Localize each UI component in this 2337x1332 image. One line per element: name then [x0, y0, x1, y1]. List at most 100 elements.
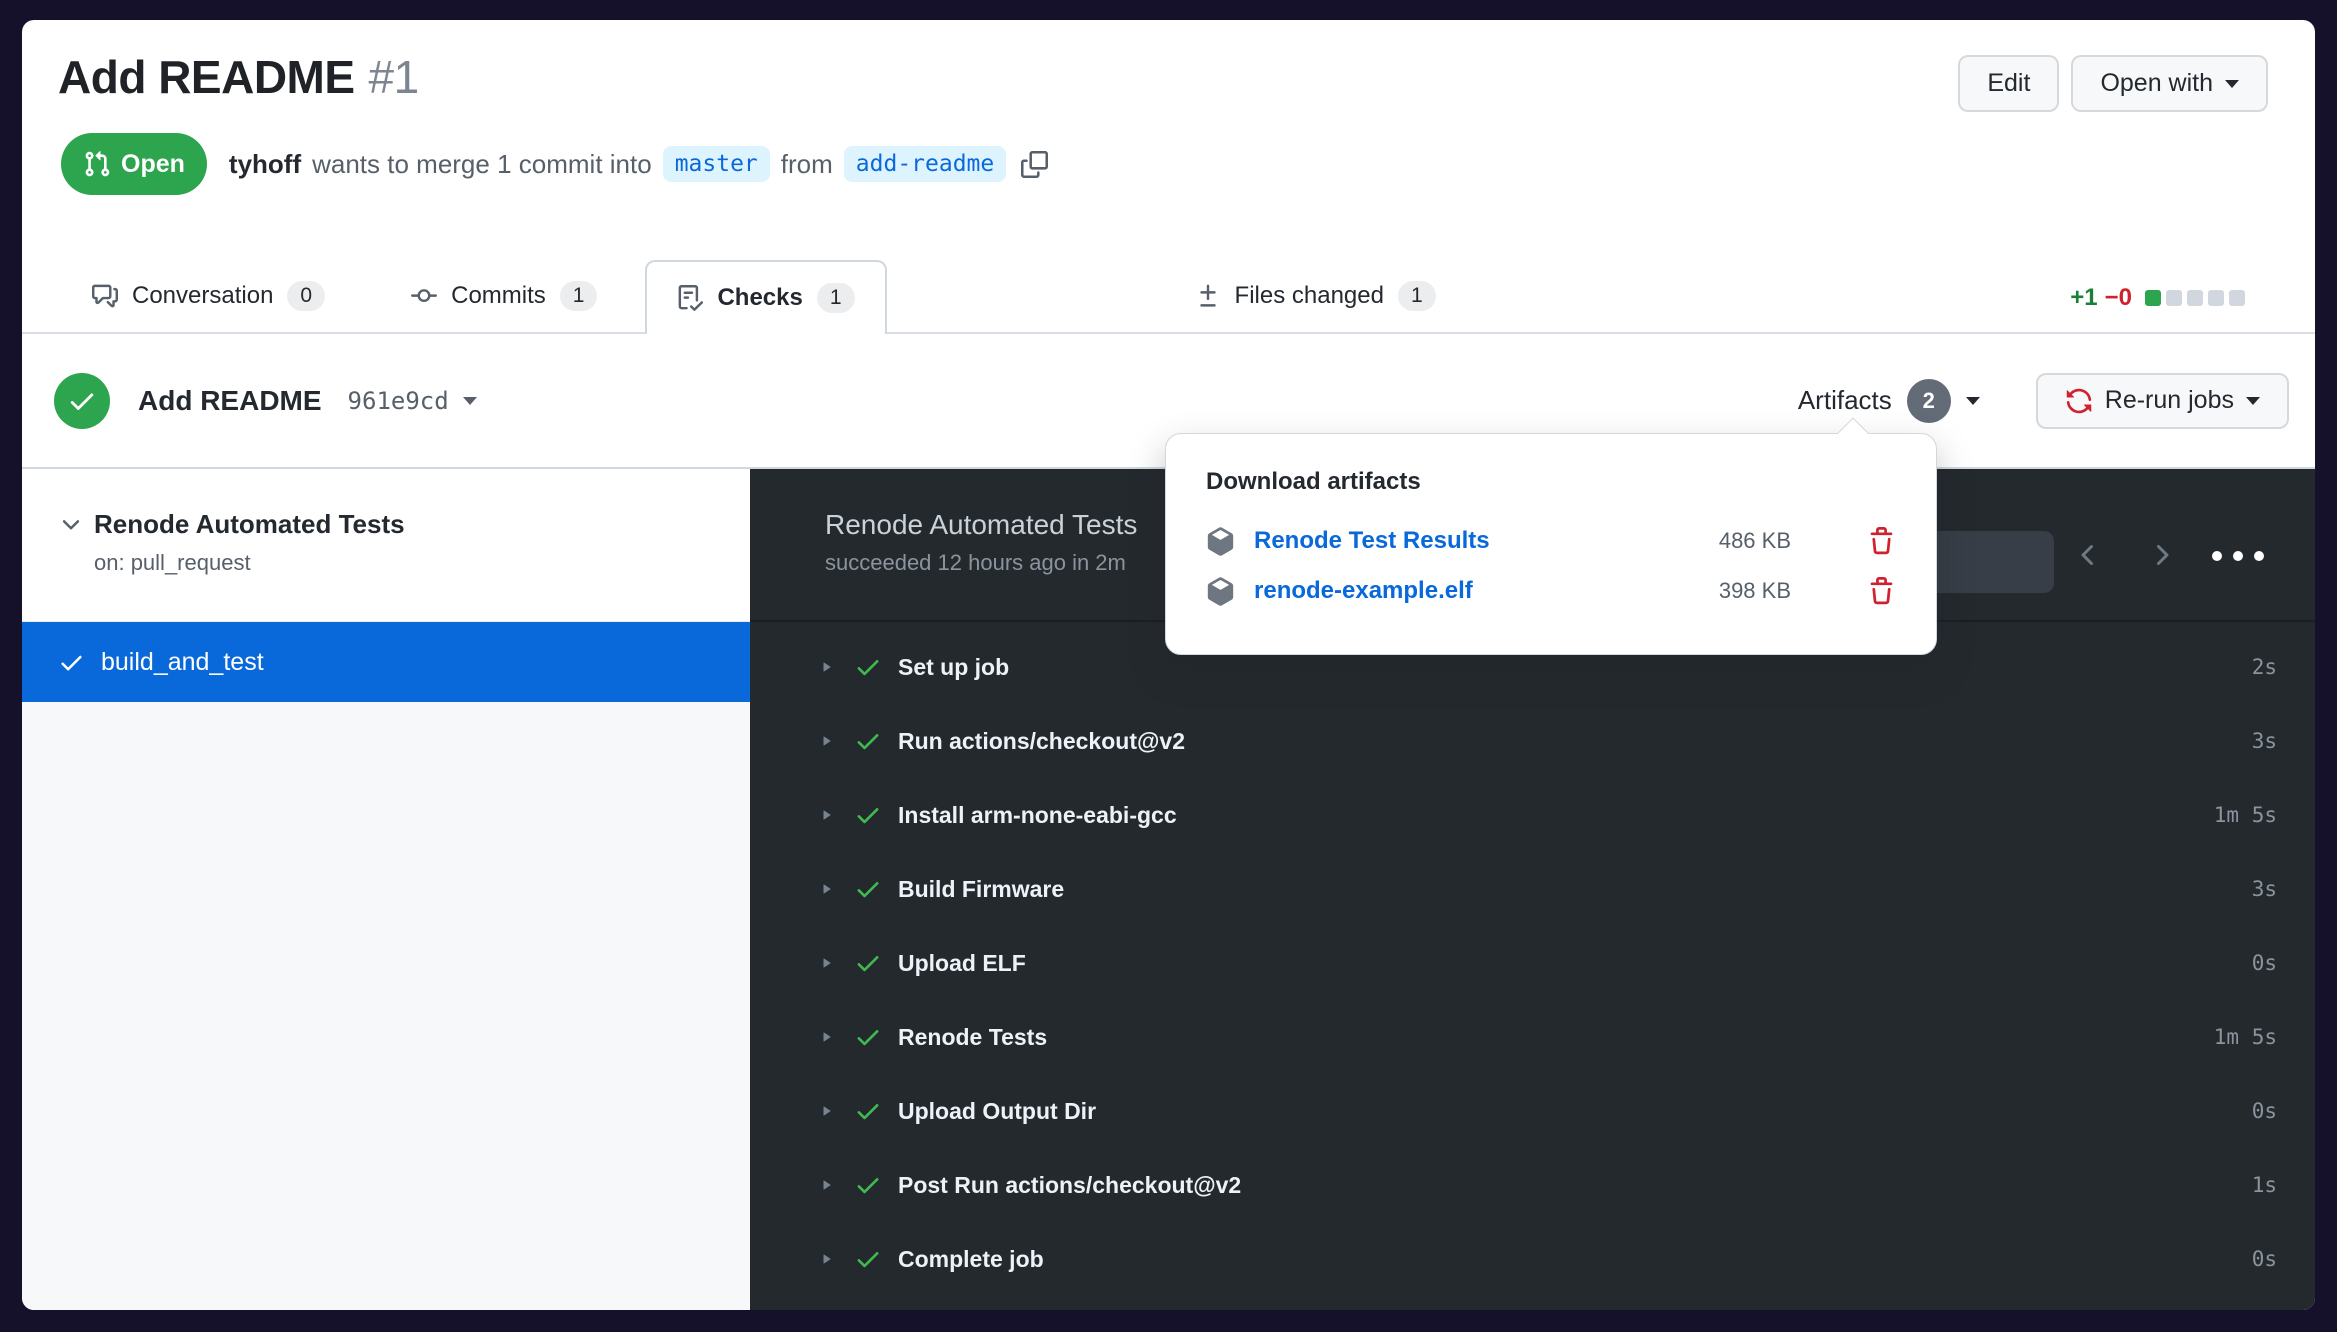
rerun-jobs-label: Re-run jobs [2105, 386, 2234, 415]
artifact-download-link[interactable]: renode-example.elf [1254, 577, 1473, 605]
workflow-trigger: on: pull_request [94, 550, 720, 576]
step-row[interactable]: Install arm-none-eabi-gcc 1m 5s [816, 778, 2277, 852]
workflow-sidebar: Renode Automated Tests on: pull_request … [22, 469, 750, 1310]
expand-step-icon[interactable] [816, 731, 836, 751]
tab-commits[interactable]: Commits 1 [381, 260, 627, 332]
step-row[interactable]: Complete job 0s [816, 1222, 2277, 1296]
step-name: Set up job [898, 654, 1009, 681]
tab-label: Commits [451, 282, 546, 310]
sync-icon [2065, 387, 2093, 415]
diffstat-deletions: −0 [2105, 284, 2132, 312]
artifact-download-link[interactable]: Renode Test Results [1254, 527, 1490, 555]
expand-step-icon[interactable] [816, 805, 836, 825]
expand-step-icon[interactable] [816, 657, 836, 677]
edit-button[interactable]: Edit [1958, 55, 2059, 112]
step-row[interactable]: Upload Output Dir 0s [816, 1074, 2277, 1148]
sidebar-background [22, 702, 750, 1310]
step-duration: 3s [2252, 877, 2277, 901]
delete-artifact-icon[interactable] [1867, 577, 1896, 606]
pr-page-card: Add README#1 Edit Open with Open tyhoff … [22, 20, 2315, 1310]
step-name: Run actions/checkout@v2 [898, 728, 1185, 755]
sidebar-job-build-and-test[interactable]: build_and_test [22, 622, 750, 702]
step-row[interactable]: Build Firmware 3s [816, 852, 2277, 926]
diff-icon [1195, 283, 1221, 309]
kebab-menu-icon[interactable] [2212, 551, 2264, 561]
check-success-icon [54, 373, 110, 429]
artifact-row: Renode Test Results 486 KB [1206, 516, 1896, 566]
tab-files-changed[interactable]: Files changed 1 [1165, 260, 1466, 332]
base-branch-label[interactable]: master [663, 146, 770, 182]
chevron-left-icon[interactable] [2073, 539, 2105, 571]
step-duration: 2s [2252, 655, 2277, 679]
step-row[interactable]: Upload ELF 0s [816, 926, 2277, 1000]
tab-label: Checks [717, 284, 802, 312]
step-duration: 0s [2252, 951, 2277, 975]
check-header-actions: Artifacts 2 Re-run jobs [1798, 373, 2289, 429]
step-duration: 1m 5s [2214, 1025, 2277, 1049]
tab-label: Files changed [1235, 282, 1384, 310]
step-name: Complete job [898, 1246, 1044, 1273]
step-duration: 3s [2252, 729, 2277, 753]
author-name[interactable]: tyhoff [229, 149, 301, 180]
job-steps-list: Set up job 2s Run actions/checkout@v2 3s… [750, 622, 2315, 1296]
check-icon [854, 1245, 882, 1273]
step-duration: 1m 5s [2214, 803, 2277, 827]
commit-sha[interactable]: 961e9cd [348, 387, 449, 415]
package-icon [1206, 527, 1235, 556]
pr-meta-row: Open tyhoff wants to merge 1 commit into… [61, 132, 1048, 196]
artifacts-count-badge: 2 [1907, 379, 1951, 423]
workflow-header: Renode Automated Tests on: pull_request [22, 469, 750, 622]
step-row[interactable]: Post Run actions/checkout@v2 1s [816, 1148, 2277, 1222]
diffstat-square [2229, 290, 2245, 306]
expand-step-icon[interactable] [816, 1175, 836, 1195]
chevron-right-icon[interactable] [2145, 539, 2177, 571]
check-icon [854, 949, 882, 977]
tab-checks[interactable]: Checks 1 [645, 260, 886, 334]
check-icon [854, 875, 882, 903]
step-row[interactable]: Renode Tests 1m 5s [816, 1000, 2277, 1074]
step-duration: 0s [2252, 1099, 2277, 1123]
status-badge: Open [61, 133, 207, 195]
tab-count: 1 [560, 281, 598, 311]
copy-branch-icon[interactable] [1021, 151, 1048, 178]
checklist-icon [677, 285, 703, 311]
package-icon [1206, 577, 1235, 606]
step-name: Install arm-none-eabi-gcc [898, 802, 1177, 829]
step-duration: 0s [2252, 1247, 2277, 1271]
diffstat-square [2145, 290, 2161, 306]
pr-tab-bar: Conversation 0 Commits 1 Checks 1 Files … [22, 260, 2315, 334]
rerun-jobs-button[interactable]: Re-run jobs [2036, 373, 2289, 429]
artifacts-dropdown[interactable]: Artifacts 2 [1798, 379, 1980, 423]
chevron-down-icon [2246, 397, 2260, 405]
git-pull-request-icon [83, 150, 111, 178]
tab-spacer [887, 260, 1165, 332]
comment-discussion-icon [92, 283, 118, 309]
step-name: Post Run actions/checkout@v2 [898, 1172, 1241, 1199]
open-with-button[interactable]: Open with [2071, 55, 2268, 112]
job-name: build_and_test [101, 648, 264, 677]
step-duration: 1s [2252, 1173, 2277, 1197]
chevron-down-icon[interactable] [58, 512, 84, 538]
artifacts-popup: Download artifacts Renode Test Results 4… [1165, 433, 1937, 655]
pr-title: Add README [58, 51, 355, 103]
expand-step-icon[interactable] [816, 1101, 836, 1121]
expand-step-icon[interactable] [816, 1027, 836, 1047]
expand-step-icon[interactable] [816, 953, 836, 973]
artifact-size: 486 KB [1719, 528, 1791, 554]
diffstat-square [2166, 290, 2182, 306]
check-icon [58, 649, 85, 676]
step-name: Upload Output Dir [898, 1098, 1096, 1125]
delete-artifact-icon[interactable] [1867, 527, 1896, 556]
check-icon [854, 801, 882, 829]
artifact-row: renode-example.elf 398 KB [1206, 566, 1896, 616]
head-branch-label[interactable]: add-readme [844, 146, 1006, 182]
artifacts-label: Artifacts [1798, 385, 1892, 416]
expand-step-icon[interactable] [816, 1249, 836, 1269]
step-row[interactable]: Run actions/checkout@v2 3s [816, 704, 2277, 778]
tab-count: 0 [287, 281, 325, 311]
tab-conversation[interactable]: Conversation 0 [62, 260, 355, 332]
chevron-down-icon[interactable] [463, 397, 477, 405]
workflow-name: Renode Automated Tests [94, 509, 405, 540]
tab-count: 1 [1398, 281, 1436, 311]
expand-step-icon[interactable] [816, 879, 836, 899]
